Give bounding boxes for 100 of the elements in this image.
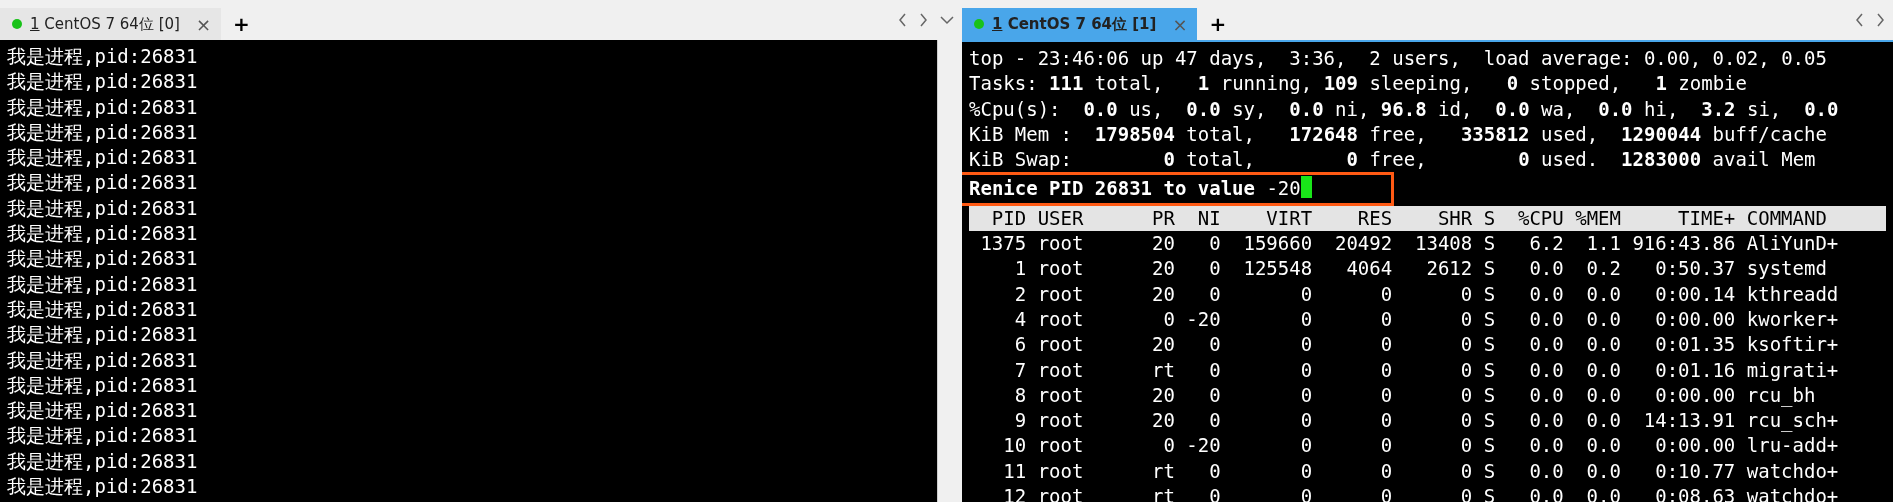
table-cell-text: root — [1037, 458, 1085, 484]
table-cell-text: 0 — [1299, 281, 1313, 307]
table-cell-text: 0:50.37 — [1654, 256, 1736, 282]
table-cell-text: 2612 — [1425, 256, 1473, 282]
chevron-down-icon[interactable] — [940, 13, 954, 27]
table-cell-text: 0:00.14 — [1654, 281, 1736, 307]
new-tab-button[interactable]: + — [221, 8, 262, 40]
table-cell-text: 20 — [1151, 256, 1175, 282]
table-cell-text: -20 — [1186, 306, 1221, 332]
new-tab-button[interactable]: + — [1197, 8, 1239, 40]
table-cell-text: 0.0 — [1585, 433, 1621, 459]
column-header: %CPU — [1517, 205, 1564, 231]
table-cell-text: 0.0 — [1528, 433, 1564, 459]
table-cell-text: 0 — [1459, 408, 1473, 434]
table-cell-text: kworker+ — [1746, 306, 1839, 332]
chevron-right-icon[interactable] — [919, 13, 928, 27]
output-line: 我是进程,pid:26831 — [7, 94, 198, 120]
table-cell-text: root — [1037, 433, 1085, 459]
output-line: 我是进程,pid:26831 — [7, 296, 198, 322]
table-cell-text: 0 — [1459, 357, 1473, 383]
table-cell-text: 0 — [1208, 281, 1221, 307]
output-line: 我是进程,pid:26831 — [7, 398, 198, 424]
table-cell: S — [1483, 433, 1496, 459]
table-cell-text: 11 — [1002, 458, 1027, 484]
chevron-left-icon[interactable] — [1855, 13, 1864, 27]
table-cell-text: 10 — [1002, 433, 1027, 459]
table-cell-text: 0 — [1459, 382, 1473, 408]
table-cell: migrati+ — [1746, 357, 1839, 383]
output-line: 我是进程,pid:26831 — [7, 322, 198, 348]
table-cell-text: 0:01.16 — [1654, 357, 1736, 383]
table-cell-text: 0.0 — [1528, 382, 1564, 408]
table-cell-text: 0.0 — [1528, 357, 1564, 383]
table-cell-text: root — [1037, 408, 1085, 434]
table-cell-text: 20 — [1151, 332, 1175, 358]
table-cell: -20 — [1186, 433, 1221, 459]
summary-line: KiB Swap: 0 total, 0 free, 0 used. 1283000 avail Mem — [969, 147, 1816, 173]
column-header: COMMAND — [1746, 205, 1827, 231]
table-cell-text: 0.0 — [1528, 408, 1564, 434]
output-line: 我是进程,pid:26831 — [7, 372, 198, 398]
column-header: PID — [990, 205, 1027, 231]
table-cell-text: 0 — [1379, 357, 1393, 383]
close-icon[interactable]: × — [195, 10, 212, 38]
table-cell: S — [1483, 231, 1496, 257]
output-line: 我是进程,pid:26831 — [7, 474, 198, 500]
table-cell-text: root — [1037, 256, 1085, 282]
table-cell-text: S — [1483, 458, 1496, 484]
table-cell-text: 0 — [1299, 458, 1313, 484]
table-cell-text: 0 — [1208, 256, 1221, 282]
table-cell-text: 0.0 — [1528, 256, 1564, 282]
table-cell-text: 0 — [1379, 382, 1393, 408]
table-cell: lru-add+ — [1746, 433, 1839, 459]
table-cell-text: 0.0 — [1585, 281, 1621, 307]
table-cell-text: 0 — [1459, 433, 1473, 459]
column-header: VIRT — [1265, 205, 1313, 231]
table-cell: rcu_sch+ — [1746, 408, 1839, 434]
table-cell-text: 20 — [1151, 231, 1175, 257]
table-cell-text: root — [1037, 231, 1085, 257]
table-cell-text: 20 — [1151, 382, 1175, 408]
table-cell-text: 1.1 — [1585, 231, 1621, 257]
output-line: 我是进程,pid:26831 — [7, 69, 198, 95]
table-cell-text: 0 — [1299, 357, 1313, 383]
table-cell-text: 0 — [1208, 231, 1221, 257]
table-cell-text: 0 — [1459, 306, 1473, 332]
table-cell-text: 0.2 — [1585, 256, 1621, 282]
text-cursor — [1300, 176, 1312, 199]
table-cell-text: root — [1037, 357, 1085, 383]
terminal-tab[interactable]: 1 CentOS 7 64位 [0] × — [0, 8, 222, 40]
output-line: 我是进程,pid:26831 — [7, 423, 198, 449]
table-cell-text: root — [1037, 281, 1085, 307]
output-line: 我是进程,pid:26831 — [7, 246, 198, 272]
table-cell-text: 6.2 — [1528, 231, 1564, 257]
table-cell-text: 0 — [1299, 408, 1313, 434]
table-cell-text: 0 — [1379, 281, 1393, 307]
table-cell-text: 6 — [1013, 332, 1027, 358]
table-cell-text: 0:10.77 — [1654, 458, 1736, 484]
chevron-left-icon[interactable] — [898, 13, 907, 27]
table-cell-text: 0 — [1299, 306, 1313, 332]
table-cell-text: S — [1483, 382, 1496, 408]
status-dot-icon — [12, 19, 22, 29]
table-cell: systemd — [1746, 256, 1827, 282]
table-cell-text: 0 — [1459, 458, 1473, 484]
table-cell-text: 0.0 — [1528, 458, 1564, 484]
output-line: 我是进程,pid:26831 — [7, 170, 198, 196]
table-cell-text: 14:13.91 — [1642, 408, 1736, 434]
table-cell-text: 0.0 — [1528, 281, 1564, 307]
output-line: 我是进程,pid:26831 — [7, 145, 198, 171]
chevron-right-icon[interactable] — [1876, 13, 1885, 27]
terminal-tab[interactable]: 1 CentOS 7 64位 [1] × — [962, 8, 1198, 40]
table-cell-text: rt — [1151, 357, 1175, 383]
table-cell-text: 0 — [1208, 382, 1221, 408]
table-cell-text: 0.0 — [1528, 332, 1564, 358]
output-line: 我是进程,pid:26831 — [7, 195, 198, 221]
summary-line: KiB Mem : 1798504 total, 172648 free, 335812 used, 1290044 buff/cache — [969, 121, 1827, 147]
column-header: %MEM — [1575, 205, 1621, 231]
table-cell-text: 0.0 — [1585, 306, 1621, 332]
column-header: PR — [1151, 205, 1175, 231]
table-cell: 916:43.86 — [1632, 231, 1736, 257]
column-header: SHR — [1436, 205, 1473, 231]
table-cell: S — [1483, 256, 1496, 282]
table-cell-text: 0 — [1379, 408, 1393, 434]
